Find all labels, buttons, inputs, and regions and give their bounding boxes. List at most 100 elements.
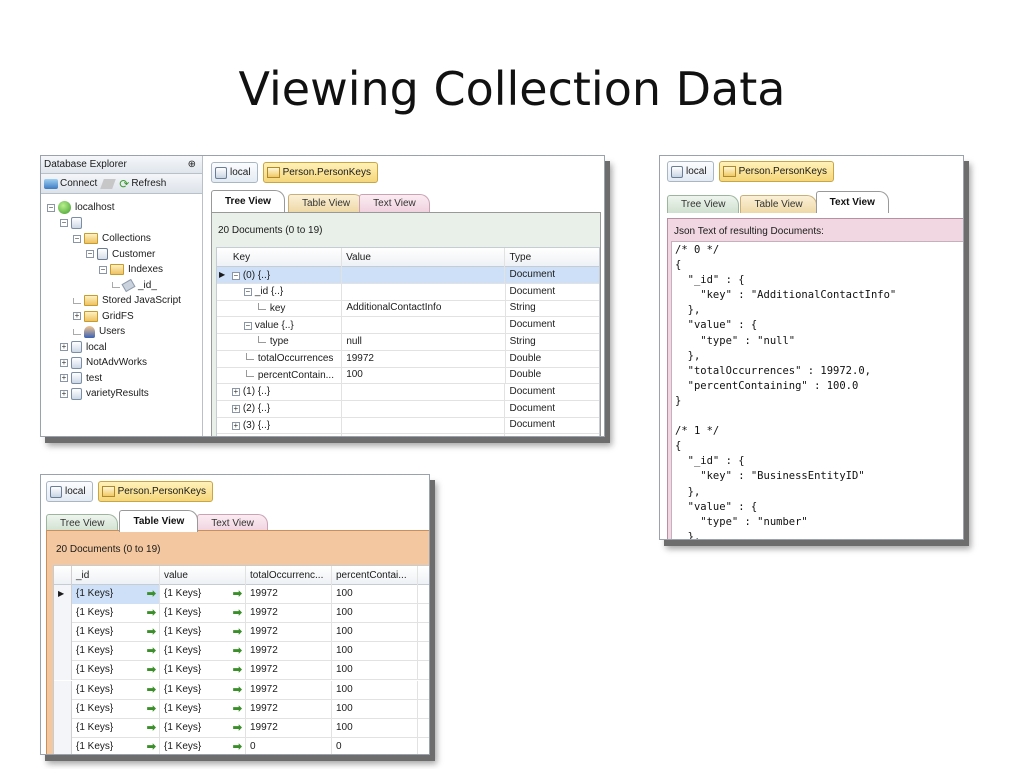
table-cell-value[interactable]: {1 Keys} ➡ <box>160 718 246 738</box>
col-header-total-occurrences[interactable]: totalOccurrenc... <box>246 566 332 585</box>
json-text-area[interactable]: /* 0 */ { "_id" : { "key" : "AdditionalCo… <box>671 241 963 539</box>
table-row[interactable]: {1 Keys} ➡ {1 Keys} ➡ 19972 100 <box>54 661 429 681</box>
table-cell-total-occurrences[interactable]: 19972 <box>246 699 332 719</box>
table-cell-total-occurrences[interactable]: 19972 <box>246 642 332 662</box>
table-cell-percent-containing[interactable]: 100 <box>332 623 418 643</box>
connect-button[interactable]: Connect <box>44 178 97 189</box>
explorer-node[interactable]: + NotAdvWorks <box>60 355 147 370</box>
expand-toggle-icon[interactable]: + <box>231 388 240 397</box>
table-cell-value[interactable]: {1 Keys} ➡ <box>160 642 246 662</box>
expand-toggle-icon[interactable]: − <box>47 203 55 212</box>
expand-toggle-icon[interactable]: + <box>60 343 68 351</box>
explorer-node[interactable]: + GridFS <box>73 309 134 324</box>
table-row[interactable]: {1 Keys} ➡ {1 Keys} ➡ 19972 100 <box>54 623 429 643</box>
table-cell-percent-containing[interactable]: 100 <box>332 680 418 700</box>
expand-arrow-icon[interactable]: ➡ <box>233 604 242 623</box>
tree-grid-row[interactable]: ▶ − (0) {..} Document <box>217 267 599 284</box>
table-row[interactable]: {1 Keys} ➡ {1 Keys} ➡ 0 0 <box>54 737 429 754</box>
tab-text-view[interactable]: Text View <box>815 191 889 213</box>
expand-toggle-icon[interactable]: − <box>243 288 252 297</box>
expand-arrow-icon[interactable]: ➡ <box>147 604 156 623</box>
explorer-node[interactable]: − Collections <box>73 231 151 246</box>
table-cell-id[interactable]: {1 Keys} ➡ <box>72 737 160 754</box>
explorer-node[interactable]: + varietyResults <box>60 386 149 401</box>
table-cell-id[interactable]: {1 Keys} ➡ <box>72 661 160 681</box>
col-header-value[interactable]: value <box>160 566 246 585</box>
expand-toggle-icon[interactable]: − <box>99 265 107 274</box>
expand-arrow-icon[interactable]: ➡ <box>147 642 156 661</box>
tree-grid-row[interactable]: + (3) {..} Document <box>217 417 599 435</box>
table-cell-percent-containing[interactable]: 0 <box>332 737 418 754</box>
tree-grid-row[interactable]: +(4) {..} Document <box>217 434 599 436</box>
pin-icon[interactable]: ⊕ <box>188 159 196 170</box>
expand-toggle-icon[interactable]: + <box>231 421 240 430</box>
table-cell-total-occurrences[interactable]: 19972 <box>246 623 332 643</box>
table-cell-total-occurrences[interactable]: 19972 <box>246 680 332 700</box>
table-cell-value[interactable]: {1 Keys} ➡ <box>160 623 246 643</box>
expand-arrow-icon[interactable]: ➡ <box>147 681 156 700</box>
explorer-node[interactable]: − Indexes <box>99 262 163 277</box>
col-header-value[interactable]: Value <box>342 248 506 267</box>
expand-toggle-icon[interactable]: − <box>243 321 252 330</box>
tab-local[interactable]: local <box>211 162 258 183</box>
table-row[interactable]: {1 Keys} ➡ {1 Keys} ➡ 19972 100 <box>54 699 429 719</box>
expand-toggle-icon[interactable]: − <box>73 234 81 243</box>
expand-toggle-icon[interactable]: + <box>73 312 81 320</box>
explorer-node[interactable]: + local <box>60 340 107 355</box>
tab-local[interactable]: local <box>667 161 714 182</box>
table-cell-percent-containing[interactable]: 100 <box>332 699 418 719</box>
expand-arrow-icon[interactable]: ➡ <box>233 700 242 719</box>
table-cell-percent-containing[interactable]: 100 <box>332 718 418 738</box>
table-row[interactable]: {1 Keys} ➡ {1 Keys} ➡ 19972 100 <box>54 680 429 700</box>
expand-arrow-icon[interactable]: ➡ <box>147 700 156 719</box>
table-cell-id[interactable]: {1 Keys} ➡ <box>72 680 160 700</box>
table-cell-total-occurrences[interactable]: 19972 <box>246 718 332 738</box>
table-cell-percent-containing[interactable]: 100 <box>332 661 418 681</box>
col-header-key[interactable]: Key <box>229 248 343 267</box>
expand-toggle-icon[interactable]: + <box>60 374 68 382</box>
col-header-type[interactable]: Type <box>505 248 599 267</box>
table-cell-percent-containing[interactable]: 100 <box>332 604 418 624</box>
expand-toggle-icon[interactable]: + <box>60 358 68 367</box>
expand-arrow-icon[interactable]: ➡ <box>233 623 242 642</box>
tree-grid-row[interactable]: type null String <box>217 333 599 351</box>
tab-local[interactable]: local <box>46 481 93 502</box>
tab-tree-view[interactable]: Tree View <box>667 195 740 213</box>
col-header-id[interactable]: _id <box>72 566 160 585</box>
tab-table-view[interactable]: Table View <box>740 195 817 213</box>
tab-table-view[interactable]: Table View <box>119 510 199 532</box>
table-cell-value[interactable]: {1 Keys} ➡ <box>160 585 246 604</box>
table-cell-total-occurrences[interactable]: 19972 <box>246 661 332 681</box>
expand-arrow-icon[interactable]: ➡ <box>147 661 156 680</box>
tab-person-personkeys[interactable]: Person.PersonKeys <box>97 481 213 502</box>
explorer-node[interactable]: − <box>60 216 86 231</box>
expand-arrow-icon[interactable]: ➡ <box>147 738 156 754</box>
tree-grid-row[interactable]: + (1) {..} Document <box>217 383 599 401</box>
expand-toggle-icon[interactable]: + <box>231 405 240 414</box>
table-row[interactable]: ▶ {1 Keys} ➡ {1 Keys} ➡ 19972 100 <box>54 585 429 604</box>
table-cell-percent-containing[interactable]: 100 <box>332 585 418 604</box>
table-cell-total-occurrences[interactable]: 0 <box>246 737 332 754</box>
table-cell-value[interactable]: {1 Keys} ➡ <box>160 680 246 700</box>
explorer-node[interactable]: − Customer <box>86 247 155 262</box>
expand-arrow-icon[interactable]: ➡ <box>233 585 242 604</box>
refresh-button[interactable]: ⟳ Refresh <box>119 177 166 191</box>
table-cell-value[interactable]: {1 Keys} ➡ <box>160 737 246 754</box>
table-row[interactable]: {1 Keys} ➡ {1 Keys} ➡ 19972 100 <box>54 718 429 738</box>
explorer-node[interactable]: − localhost <box>47 200 114 215</box>
table-row[interactable]: {1 Keys} ➡ {1 Keys} ➡ 19972 100 <box>54 642 429 662</box>
expand-arrow-icon[interactable]: ➡ <box>233 661 242 680</box>
expand-toggle-icon[interactable]: + <box>60 389 68 398</box>
expand-arrow-icon[interactable]: ➡ <box>233 719 242 738</box>
table-cell-id[interactable]: {1 Keys} ➡ <box>72 604 160 624</box>
expand-arrow-icon[interactable]: ➡ <box>147 719 156 738</box>
expand-arrow-icon[interactable]: ➡ <box>147 623 156 642</box>
tree-grid-row[interactable]: + (2) {..} Document <box>217 400 599 418</box>
tab-person-personkeys[interactable]: Person.PersonKeys <box>262 162 378 183</box>
table-cell-value[interactable]: {1 Keys} ➡ <box>160 604 246 624</box>
table-cell-percent-containing[interactable]: 100 <box>332 642 418 662</box>
expand-toggle-icon[interactable]: − <box>86 250 94 258</box>
disconnect-icon[interactable] <box>100 178 117 189</box>
tab-tree-view[interactable]: Tree View <box>211 190 285 212</box>
expand-arrow-icon[interactable]: ➡ <box>233 681 242 700</box>
